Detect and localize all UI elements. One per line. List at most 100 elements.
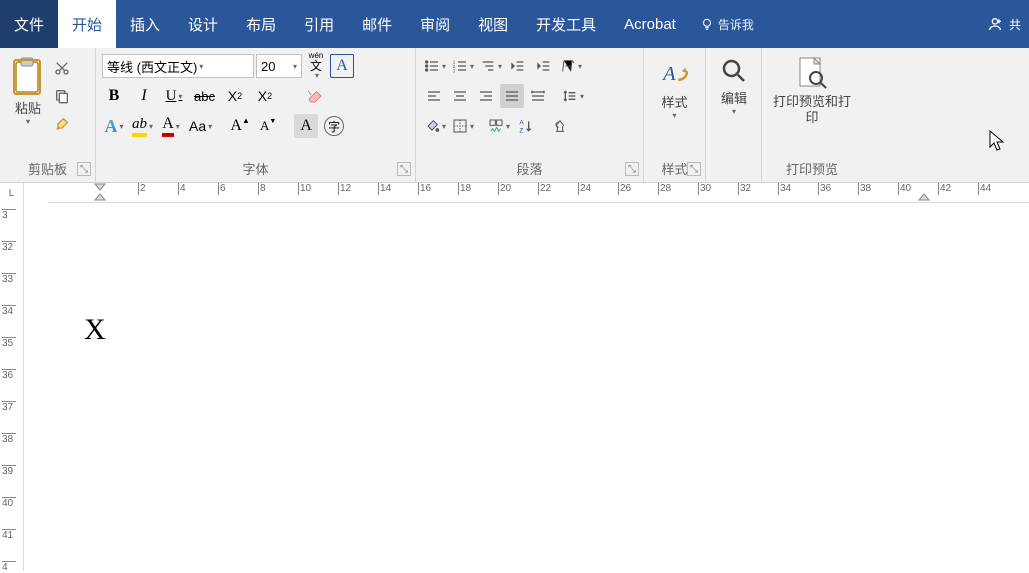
character-border-button[interactable]: A bbox=[330, 54, 354, 78]
scissors-icon bbox=[54, 60, 70, 76]
print-preview-label: 打印预览和打印 bbox=[772, 94, 852, 125]
ruler-vertical[interactable]: 3323334353637383940414 bbox=[0, 203, 24, 571]
tab-developer[interactable]: 开发工具 bbox=[522, 0, 610, 48]
show-marks-button[interactable] bbox=[548, 114, 572, 138]
sort-button[interactable]: AZ bbox=[514, 114, 538, 138]
styles-dialog-launcher[interactable]: ⤡ bbox=[687, 162, 701, 176]
ruler-h-mark: 40 bbox=[898, 183, 911, 195]
line-spacing-button[interactable] bbox=[560, 84, 586, 108]
tab-layout[interactable]: 布局 bbox=[232, 0, 290, 48]
ruler-h-mark: 22 bbox=[538, 183, 551, 195]
ruler-v-mark: 39 bbox=[2, 465, 16, 477]
group-printpreview: 打印预览和打印 打印预览 bbox=[762, 48, 862, 182]
ruler-horizontal[interactable]: 2468101214161820222426283032343638404244 bbox=[48, 183, 1029, 203]
change-case-button[interactable]: Aa bbox=[187, 114, 214, 138]
align-left-icon bbox=[426, 88, 442, 104]
document-content[interactable]: X bbox=[84, 313, 106, 347]
document-page[interactable]: X bbox=[24, 203, 1029, 571]
numbering-button[interactable]: 123 bbox=[450, 54, 476, 78]
increase-indent-button[interactable] bbox=[532, 54, 556, 78]
bullets-button[interactable] bbox=[422, 54, 448, 78]
tab-review[interactable]: 审阅 bbox=[406, 0, 464, 48]
distributed-icon bbox=[530, 88, 546, 104]
underline-button[interactable]: U bbox=[162, 84, 186, 108]
tab-file[interactable]: 文件 bbox=[0, 0, 58, 48]
snap-to-grid-button[interactable] bbox=[486, 114, 512, 138]
align-center-button[interactable] bbox=[448, 84, 472, 108]
asian-layout-button[interactable] bbox=[558, 54, 584, 78]
multilevel-list-button[interactable] bbox=[478, 54, 504, 78]
copy-icon bbox=[54, 88, 70, 104]
right-indent-marker[interactable] bbox=[918, 183, 930, 201]
highlight-button[interactable]: ab bbox=[130, 114, 155, 138]
subscript-button[interactable]: X2 bbox=[223, 84, 247, 108]
share-area[interactable]: 共 bbox=[979, 0, 1029, 48]
char-shading-button[interactable]: A bbox=[294, 114, 318, 138]
tab-selector[interactable]: L bbox=[0, 183, 24, 203]
italic-button[interactable]: I bbox=[132, 84, 156, 108]
sort-icon: AZ bbox=[518, 118, 534, 134]
numbering-icon: 123 bbox=[452, 58, 468, 74]
left-indent-marker[interactable] bbox=[94, 183, 106, 201]
paragraph-dialog-launcher[interactable]: ⤡ bbox=[625, 162, 639, 176]
phonetic-guide-button[interactable]: wén文 bbox=[304, 54, 328, 78]
copy-button[interactable] bbox=[50, 84, 74, 108]
font-dialog-launcher[interactable]: ⤡ bbox=[397, 162, 411, 176]
ruler-v-mark: 34 bbox=[2, 305, 16, 317]
styles-button[interactable]: A 样式 ▾ bbox=[650, 52, 699, 157]
ruler-h-mark: 14 bbox=[378, 183, 391, 195]
bullets-icon bbox=[424, 58, 440, 74]
enclose-char-button[interactable]: 字 bbox=[322, 114, 346, 138]
tab-home[interactable]: 开始 bbox=[58, 0, 116, 48]
format-painter-button[interactable] bbox=[50, 112, 74, 136]
superscript-button[interactable]: X2 bbox=[253, 84, 277, 108]
eraser-icon bbox=[306, 87, 324, 105]
paste-button[interactable]: 粘贴 ▾ bbox=[6, 52, 50, 157]
paste-label: 粘贴 bbox=[15, 98, 41, 117]
ruler-v-mark: 32 bbox=[2, 241, 16, 253]
clear-formatting-button[interactable] bbox=[303, 84, 327, 108]
font-name-combobox[interactable]: 等线 (西文正文) bbox=[102, 54, 254, 78]
tell-me[interactable]: 告诉我 bbox=[700, 0, 754, 48]
align-left-button[interactable] bbox=[422, 84, 446, 108]
cut-button[interactable] bbox=[50, 56, 74, 80]
strikethrough-button[interactable]: abc bbox=[192, 84, 217, 108]
tab-view[interactable]: 视图 bbox=[464, 0, 522, 48]
align-right-icon bbox=[478, 88, 494, 104]
clipboard-dialog-launcher[interactable]: ⤡ bbox=[77, 162, 91, 176]
paint-bucket-icon bbox=[424, 118, 440, 134]
svg-text:3: 3 bbox=[453, 69, 456, 74]
print-preview-button[interactable]: 打印预览和打印 bbox=[768, 52, 856, 157]
editing-button[interactable]: 编辑 ▾ bbox=[712, 52, 756, 161]
font-size-combobox[interactable]: 20▾ bbox=[256, 54, 302, 78]
editing-label: 编辑 bbox=[721, 88, 747, 107]
bold-button[interactable]: B bbox=[102, 84, 126, 108]
distributed-button[interactable] bbox=[526, 84, 550, 108]
ruler-h-mark: 6 bbox=[218, 183, 226, 195]
styles-label: 样式 bbox=[661, 92, 687, 111]
ruler-v-mark: 37 bbox=[2, 401, 16, 413]
shading-button[interactable] bbox=[422, 114, 448, 138]
borders-button[interactable] bbox=[450, 114, 476, 138]
group-paragraph-label: 段落 bbox=[422, 157, 637, 182]
ruler-v-mark: 33 bbox=[2, 273, 16, 285]
tab-references[interactable]: 引用 bbox=[290, 0, 348, 48]
justify-button[interactable] bbox=[500, 84, 524, 108]
font-color-button[interactable]: A bbox=[159, 114, 183, 138]
outdent-icon bbox=[510, 58, 526, 74]
find-icon bbox=[719, 56, 749, 86]
grid-icon bbox=[488, 118, 504, 134]
grow-font-button[interactable]: A▲ bbox=[228, 114, 252, 138]
shrink-font-button[interactable]: A▼ bbox=[256, 114, 280, 138]
text-effects-button[interactable]: A bbox=[102, 114, 126, 138]
tab-mailings[interactable]: 邮件 bbox=[348, 0, 406, 48]
ruler-h-mark: 20 bbox=[498, 183, 511, 195]
align-right-button[interactable] bbox=[474, 84, 498, 108]
group-font: 等线 (西文正文) 20▾ wén文 A B I U abc X2 X2 A a… bbox=[96, 48, 416, 182]
tab-acrobat[interactable]: Acrobat bbox=[610, 0, 690, 48]
tab-insert[interactable]: 插入 bbox=[116, 0, 174, 48]
share-icon bbox=[987, 16, 1003, 32]
tab-design[interactable]: 设计 bbox=[174, 0, 232, 48]
lightbulb-icon bbox=[700, 17, 714, 31]
decrease-indent-button[interactable] bbox=[506, 54, 530, 78]
